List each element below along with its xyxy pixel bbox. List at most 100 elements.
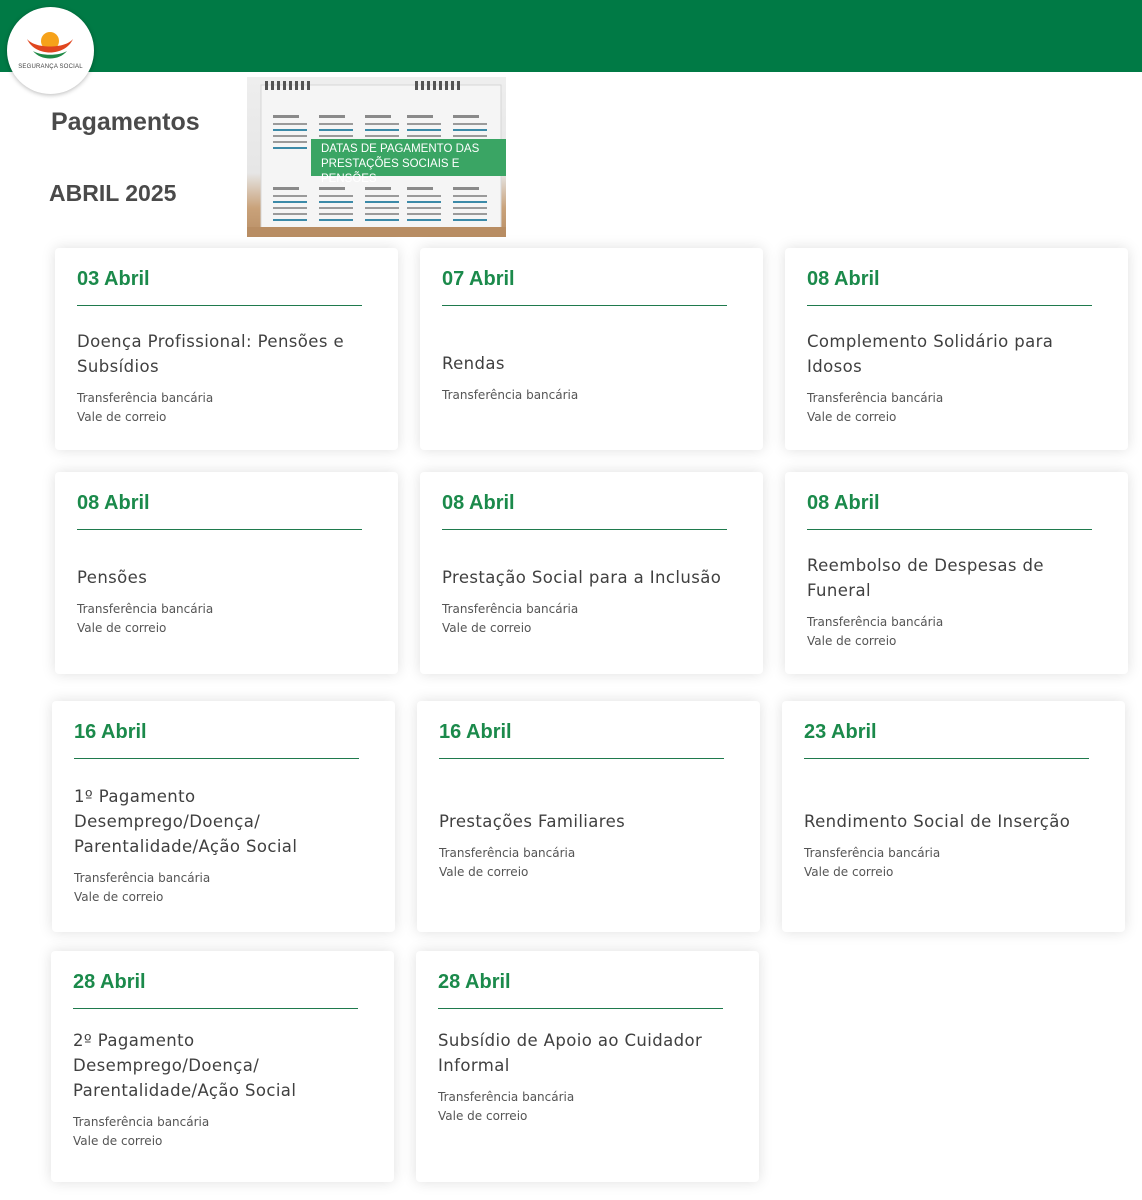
calendar-month-heading	[407, 187, 433, 190]
calendar-ring	[265, 81, 268, 90]
calendar-month-heading	[273, 115, 299, 118]
calendar-ring	[421, 81, 424, 90]
calendar-day-row	[273, 147, 307, 149]
calendar-ring	[451, 81, 454, 90]
card-divider	[442, 529, 727, 530]
payment-method: Transferência bancária	[77, 390, 214, 405]
calendar-day-row	[365, 135, 399, 137]
payment-card-2[interactable]: 07 Abril Rendas Transferência bancária	[420, 248, 763, 450]
payment-date: 28 Abril	[438, 971, 511, 993]
payment-method: Vale de correio	[438, 1109, 528, 1123]
payment-method: Transferência bancária	[77, 602, 214, 616]
payment-card-9[interactable]: 23 Abril Rendimento Social de Inserção T…	[782, 701, 1125, 932]
payment-date: 28 Abril	[73, 971, 146, 993]
benefit-title: Pensões	[77, 568, 148, 587]
calendar-ring	[427, 81, 430, 90]
card-body: Prestação Social para a Inclusão Transfe…	[442, 543, 743, 660]
payment-method: Transferência bancária	[73, 1115, 210, 1129]
payment-card-3[interactable]: 08 Abril Complemento Solidário para Idos…	[785, 248, 1128, 450]
payment-card-8[interactable]: 16 Abril Prestações Familiares Transferê…	[417, 701, 760, 932]
top-header-bar	[0, 0, 1142, 72]
payment-methods: Transferência bancária Vale de correio	[77, 600, 378, 638]
calendar-month-heading	[453, 187, 479, 190]
calendar-day-row	[365, 123, 399, 125]
card-divider	[807, 305, 1092, 306]
payment-date: 08 Abril	[442, 492, 515, 514]
payment-methods: Transferência bancária Vale de correio	[804, 844, 1105, 882]
benefit-title: 1º Pagamento Desemprego/Doença/ Parental…	[74, 786, 298, 856]
card-divider	[438, 1008, 723, 1009]
calendar-ring	[307, 81, 310, 90]
benefit-title: Complemento Solidário para Idosos	[807, 331, 1054, 376]
payment-date: 07 Abril	[442, 268, 515, 290]
payment-card-5[interactable]: 08 Abril Prestação Social para a Inclusã…	[420, 472, 763, 674]
card-body: Rendimento Social de Inserção Transferên…	[804, 772, 1105, 918]
calendar-day-row	[319, 195, 353, 197]
banner-label-line-1: DATAS DE PAGAMENTO DAS	[321, 143, 480, 155]
payment-date: 08 Abril	[77, 492, 150, 514]
payment-methods: Transferência bancária Vale de correio	[807, 613, 1108, 651]
calendar-day-row	[273, 219, 307, 221]
calendar-day-row	[365, 213, 399, 215]
calendar-day-row	[273, 141, 307, 143]
calendar-day-row	[365, 201, 399, 203]
calendar-ring	[415, 81, 418, 90]
calendar-day-row	[407, 201, 441, 203]
calendar-month-heading	[319, 115, 345, 118]
calendar-day-row	[365, 129, 399, 131]
calendar-day-row	[453, 213, 487, 215]
calendar-day-row	[273, 123, 307, 125]
payment-method: Transferência bancária	[807, 614, 944, 629]
calendar-day-row	[365, 219, 399, 221]
payment-card-10[interactable]: 28 Abril 2º Pagamento Desemprego/Doença/…	[51, 951, 394, 1182]
benefit-title: Rendas	[442, 353, 505, 373]
calendar-day-row	[273, 207, 307, 209]
calendar-ring	[433, 81, 436, 90]
card-divider	[74, 758, 359, 759]
calendar-day-row	[319, 123, 353, 125]
payment-card-6[interactable]: 08 Abril Reembolso de Despesas de Funera…	[785, 472, 1128, 674]
payment-methods: Transferência bancária Vale de correio	[442, 600, 743, 638]
calendar-day-row	[407, 123, 441, 125]
card-body: Rendas Transferência bancária	[442, 319, 743, 436]
calendar-month-heading	[365, 115, 391, 118]
page-title: Pagamentos	[51, 108, 200, 136]
payment-date: 16 Abril	[439, 721, 512, 743]
card-divider	[442, 305, 727, 306]
payment-method: Vale de correio	[439, 864, 529, 879]
payment-method: Transferência bancária	[442, 602, 579, 616]
payment-card-7[interactable]: 16 Abril 1º Pagamento Desemprego/Doença/…	[52, 701, 395, 932]
calendar-ring	[439, 81, 442, 90]
payment-method: Transferência bancária	[804, 845, 941, 860]
calendar-day-row	[273, 135, 307, 137]
calendar-day-row	[453, 201, 487, 203]
payment-method: Transferência bancária	[438, 1090, 575, 1104]
benefit-title: Doença Profissional: Pensões e Subsídios	[77, 331, 345, 376]
payment-methods: Transferência bancária Vale de correio	[74, 869, 375, 907]
seguranca-social-logo[interactable]: SEGURANÇA SOCIAL	[7, 7, 94, 94]
payment-card-11[interactable]: 28 Abril Subsídio de Apoio ao Cuidador I…	[416, 951, 759, 1182]
calendar-day-row	[453, 207, 487, 209]
sun-emblem-icon	[27, 32, 73, 59]
payment-method: Vale de correio	[804, 864, 894, 879]
calendar-ring	[271, 81, 274, 90]
calendar-day-row	[453, 219, 487, 221]
payment-card-1[interactable]: 03 Abril Doença Profissional: Pensões e …	[55, 248, 398, 450]
payment-method: Vale de correio	[807, 409, 897, 424]
calendar-month-heading	[365, 187, 391, 190]
calendar-day-row	[407, 219, 441, 221]
calendar-day-row	[273, 201, 307, 203]
calendar-month-heading	[319, 187, 345, 190]
payment-card-4[interactable]: 08 Abril Pensões Transferência bancária V…	[55, 472, 398, 674]
card-body: 2º Pagamento Desemprego/Doença/ Parental…	[73, 1022, 374, 1174]
payment-method: Vale de correio	[77, 409, 167, 424]
card-body: Prestações Familiares Transferência banc…	[439, 772, 740, 918]
payment-method: Transferência bancária	[442, 387, 579, 402]
payment-method: Transferência bancária	[807, 390, 944, 405]
calendar-month-heading	[453, 115, 479, 118]
calendar-ring	[283, 81, 286, 90]
desk-surface	[247, 227, 506, 237]
calendar-day-row	[319, 213, 353, 215]
payment-methods: Transferência bancária Vale de correio	[73, 1113, 374, 1151]
calendar-day-row	[453, 129, 487, 131]
